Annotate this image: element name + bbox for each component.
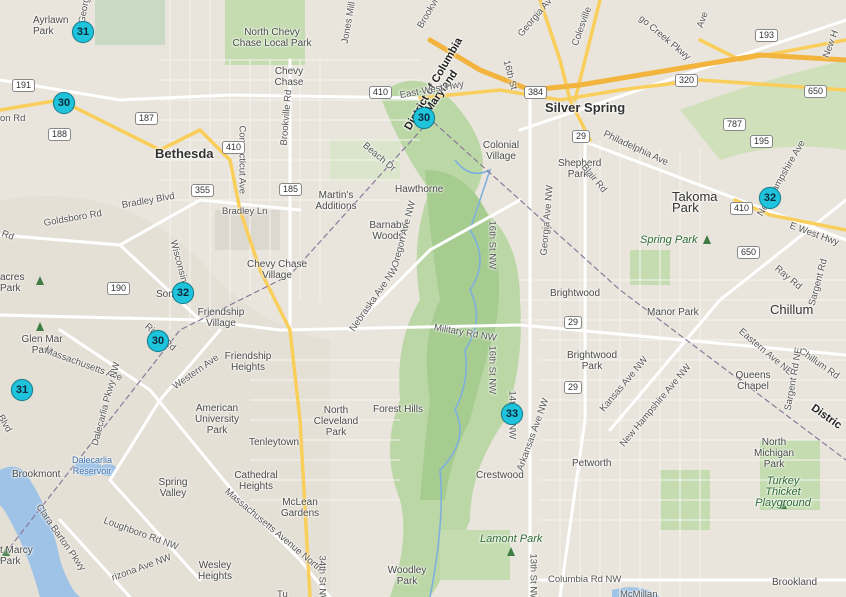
place-hawthorne: Hawthorne [395,184,444,195]
place-brightwood: Brightwood [550,288,601,299]
park-tree-icon [36,322,44,331]
cluster-marker[interactable]: 30 [53,92,75,114]
place-martins-additions: Martin's Additions [315,190,357,212]
park-tree-icon [36,276,44,285]
place-north-chevy-chase-park: North Chevy Chase Local Park [232,27,312,49]
place-chevy-chase-village: Chevy Chase Village [246,259,308,281]
route-shield: 29 [564,381,583,394]
cluster-marker[interactable]: 32 [759,187,781,209]
water-dalecarlia-reservoir: Dalecarlia Reservoir [71,455,113,476]
place-forest-hills: Forest Hills [373,404,424,415]
place-friendship-heights: Friendship Heights [224,351,272,373]
park-lamont-park: Lamont Park [480,533,543,545]
place-tenleytown: Tenleytown [249,437,300,448]
route-shield: 410 [222,141,246,154]
cluster-marker[interactable]: 32 [172,282,194,304]
route-shield: 29 [564,316,583,329]
place-cathedral-heights: Cathedral Heights [234,470,278,492]
road-mcmillan: McMillan [620,589,658,597]
place-north-cleveland-park: North Cleveland Park [313,405,359,438]
route-shield: 320 [675,74,699,87]
place-crestwood: Crestwood [476,470,524,481]
place-north-michigan-park: North Michigan Park [753,437,795,470]
place-marcy-park: t Marcy Park [0,545,33,567]
road-13th-st: 13th St NW [527,553,539,597]
route-shield: 410 [369,86,393,99]
cluster-marker[interactable]: 33 [501,403,523,425]
place-brookmont: Brookmont [12,469,61,480]
place-woodley-park: Woodley Park [387,565,427,587]
route-shield: 195 [750,135,774,148]
place-brightwood-park: Brightwood Park [566,350,618,372]
road-16th-st-nw: 16th St NW [486,220,498,270]
cluster-marker[interactable]: 30 [413,107,435,129]
route-shield: 650 [737,246,761,259]
city-label-silver-spring: Silver Spring [545,100,626,115]
route-shield: 190 [107,282,131,295]
place-ayrlawn-park: Ayrlawn Park [33,15,69,37]
route-shield: 193 [755,29,779,42]
place-petworth: Petworth [572,458,612,469]
place-brookland: Brookland [772,577,818,588]
park-tree-icon [703,235,711,244]
place-american-university-park: American University Park [195,403,239,436]
route-shield: 187 [135,112,159,125]
cluster-marker[interactable]: 31 [11,379,33,401]
city-label-bethesda: Bethesda [155,146,214,161]
route-shield: 188 [48,128,72,141]
place-mclean-gardens: McLean Gardens [280,497,320,519]
road-connecticut-ave: Connecticut Ave [236,125,248,194]
route-shield: 191 [12,79,36,92]
place-acres-park: acres Park [0,272,25,294]
route-shield: 185 [279,183,303,196]
road-tu: Tu [277,589,288,597]
road-bradley-ln: Bradley Ln [222,206,268,217]
park-spring-park: Spring Park [640,234,698,246]
route-shield: 410 [730,202,754,215]
road-16th-st-nw-south: 16th St NW [486,345,498,395]
map-canvas[interactable]: Silver Spring Bethesda Takoma Park Chill… [0,0,846,597]
place-friendship-village: Friendship Village [197,307,245,329]
route-shield: 29 [572,130,591,143]
place-queens-chapel: Queens Chapel [735,370,771,392]
cluster-marker[interactable]: 30 [147,330,169,352]
road-columbia-rd: Columbia Rd NW [548,574,622,585]
route-shield: 650 [804,85,828,98]
city-label-takoma-park: Takoma Park [672,189,718,215]
cluster-marker[interactable]: 31 [72,21,94,43]
park-tree-icon [507,547,515,556]
route-shield: 787 [723,118,747,131]
place-wesley-heights: Wesley Heights [198,560,232,582]
route-shield: 355 [191,184,215,197]
place-chevy-chase: Chevy Chase [274,66,304,88]
city-label-chillum: Chillum [770,302,814,317]
park-turkey-thicket: Turkey Thicket Playground [755,475,811,509]
place-spring-valley: Spring Valley [158,477,188,499]
route-shield: 384 [524,86,548,99]
place-colonial-village: Colonial Village [482,140,520,162]
road-on-rd: on Rd [0,113,26,124]
road-34th-st: 34th St NW [316,555,328,597]
place-manor-park: Manor Park [647,307,699,318]
